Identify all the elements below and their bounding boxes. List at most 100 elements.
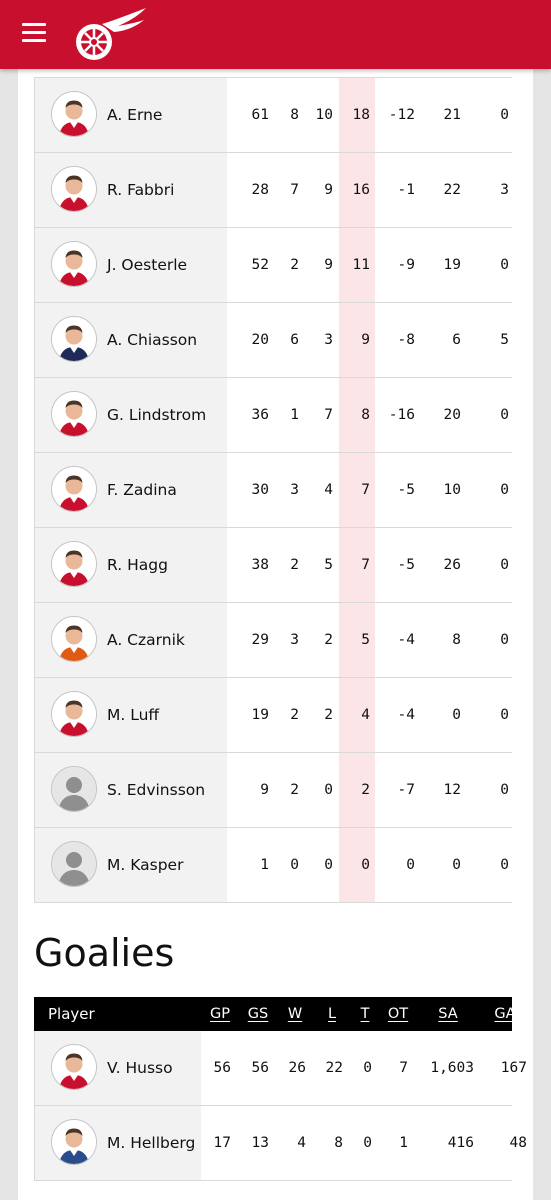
stat-a: 10 xyxy=(315,107,333,123)
column-header-gp[interactable]: GP xyxy=(200,997,240,1031)
player-silhouette-avatar xyxy=(51,841,97,887)
player-name[interactable]: M. Kasper xyxy=(107,828,183,902)
stat-pim: 20 xyxy=(443,407,461,423)
stat-ppg: 0 xyxy=(500,857,509,873)
stat-a: 5 xyxy=(324,557,333,573)
table-row[interactable]: G. Lindstrom 36 1 7 8 -16 20 0 xyxy=(34,378,512,453)
table-row[interactable]: V. Husso 56 56 26 22 0 7 1,603 167 xyxy=(34,1031,527,1106)
stat-pm: -12 xyxy=(388,107,415,123)
column-header-player[interactable]: Player xyxy=(48,997,95,1031)
stat-a: 2 xyxy=(324,632,333,648)
stat-p: 9 xyxy=(361,332,370,348)
stat-pm: -5 xyxy=(397,557,415,573)
column-header-gs[interactable]: GS xyxy=(238,997,278,1031)
player-name[interactable]: M. Luff xyxy=(107,678,159,752)
stat-ppg: 0 xyxy=(500,107,509,123)
player-name[interactable]: V. Husso xyxy=(107,1031,173,1105)
stat-pm: -4 xyxy=(397,707,415,723)
stat-p: 5 xyxy=(361,632,370,648)
stat-ppg: 3 xyxy=(500,182,509,198)
table-row[interactable]: F. Zadina 30 3 4 7 -5 10 0 xyxy=(34,453,512,528)
stat-p: 0 xyxy=(361,857,370,873)
table-row[interactable]: A. Erne 61 8 10 18 -12 21 0 xyxy=(34,78,512,153)
stat-pim: 0 xyxy=(452,857,461,873)
player-headshot-avatar xyxy=(51,316,97,362)
hamburger-menu-icon[interactable] xyxy=(22,23,46,43)
stat-pm: -5 xyxy=(397,482,415,498)
stat-pim: 0 xyxy=(452,707,461,723)
team-logo-icon[interactable] xyxy=(72,6,152,62)
stat-ot: 7 xyxy=(399,1060,408,1076)
player-name[interactable]: A. Erne xyxy=(107,78,162,152)
stat-ga: 167 xyxy=(500,1060,527,1076)
player-name[interactable]: G. Lindstrom xyxy=(107,378,206,452)
skaters-table: A. Erne 61 8 10 18 -12 21 0 R. Fabbri 28 7 9 16 -1 22… xyxy=(34,77,512,903)
stat-pm: -7 xyxy=(397,782,415,798)
stat-pm: -1 xyxy=(397,182,415,198)
table-row[interactable]: R. Hagg 38 2 5 7 -5 26 0 xyxy=(34,528,512,603)
table-row[interactable]: A. Chiasson 20 6 3 9 -8 6 5 xyxy=(34,303,512,378)
player-headshot-avatar xyxy=(51,1119,97,1165)
table-row[interactable]: S. Edvinsson 9 2 0 2 -7 12 0 xyxy=(34,753,512,828)
table-row[interactable]: R. Fabbri 28 7 9 16 -1 22 3 xyxy=(34,153,512,228)
goalies-table-header: Player GP GS W L T OT SA GA xyxy=(34,997,516,1031)
player-headshot-avatar xyxy=(51,466,97,512)
stat-ppg: 0 xyxy=(500,707,509,723)
player-headshot-avatar xyxy=(51,391,97,437)
table-row[interactable]: J. Oesterle 52 2 9 11 -9 19 0 xyxy=(34,228,512,303)
column-header-sa[interactable]: SA xyxy=(428,997,468,1031)
stat-pim: 12 xyxy=(443,782,461,798)
stat-a: 7 xyxy=(324,407,333,423)
player-cell[interactable]: G. Lindstrom xyxy=(35,378,227,452)
table-row[interactable]: M. Kasper 1 0 0 0 0 0 0 xyxy=(34,828,512,903)
player-cell[interactable]: J. Oesterle xyxy=(35,228,227,302)
table-row[interactable]: M. Luff 19 2 2 4 -4 0 0 xyxy=(34,678,512,753)
player-headshot-avatar xyxy=(51,616,97,662)
player-cell[interactable]: M. Kasper xyxy=(35,828,227,902)
stat-a: 4 xyxy=(324,482,333,498)
stat-pm: 0 xyxy=(406,857,415,873)
player-cell[interactable]: F. Zadina xyxy=(35,453,227,527)
player-cell[interactable]: R. Hagg xyxy=(35,528,227,602)
stat-pm: -4 xyxy=(397,632,415,648)
player-cell[interactable]: M. Luff xyxy=(35,678,227,752)
stat-p: 11 xyxy=(352,257,370,273)
column-header-ot[interactable]: OT xyxy=(378,997,418,1031)
stat-a: 0 xyxy=(324,857,333,873)
stat-ga: 48 xyxy=(509,1135,527,1151)
stat-sa: 1,603 xyxy=(430,1060,474,1076)
stat-pm: -16 xyxy=(388,407,415,423)
stat-ppg: 0 xyxy=(500,482,509,498)
player-cell[interactable]: S. Edvinsson xyxy=(35,753,227,827)
stat-p: 2 xyxy=(361,782,370,798)
stat-pim: 10 xyxy=(443,482,461,498)
stat-ppg: 5 xyxy=(500,332,509,348)
player-cell[interactable]: A. Erne xyxy=(35,78,227,152)
stat-pim: 19 xyxy=(443,257,461,273)
stat-p: 4 xyxy=(361,707,370,723)
player-name[interactable]: J. Oesterle xyxy=(107,228,187,302)
player-name[interactable]: F. Zadina xyxy=(107,453,177,527)
player-headshot-avatar xyxy=(51,91,97,137)
stat-ppg: 0 xyxy=(500,782,509,798)
table-row[interactable]: M. Hellberg 17 13 4 8 0 1 416 48 xyxy=(34,1106,527,1181)
player-cell[interactable]: A. Chiasson xyxy=(35,303,227,377)
player-name[interactable]: S. Edvinsson xyxy=(107,753,205,827)
goalies-table: Player GP GS W L T OT SA GA V. Husso 56 56 26 22 0 7 1,… xyxy=(34,997,527,1181)
player-name[interactable]: R. Fabbri xyxy=(107,153,174,227)
stat-a: 2 xyxy=(324,707,333,723)
stats-content[interactable]: A. Erne 61 8 10 18 -12 21 0 R. Fabbri 28 7 9 16 -1 22… xyxy=(18,69,533,1200)
player-cell[interactable]: R. Fabbri xyxy=(35,153,227,227)
app-header xyxy=(0,0,551,69)
stat-pim: 8 xyxy=(452,632,461,648)
stat-a: 9 xyxy=(324,182,333,198)
stat-p: 7 xyxy=(361,557,370,573)
player-name[interactable]: R. Hagg xyxy=(107,528,168,602)
player-name[interactable]: A. Chiasson xyxy=(107,303,197,377)
table-row[interactable]: A. Czarnik 29 3 2 5 -4 8 0 xyxy=(34,603,512,678)
column-header-w[interactable]: W xyxy=(275,997,315,1031)
player-name[interactable]: A. Czarnik xyxy=(107,603,185,677)
stat-p: 7 xyxy=(361,482,370,498)
player-cell[interactable]: A. Czarnik xyxy=(35,603,227,677)
column-header-ga[interactable]: GA xyxy=(485,997,525,1031)
